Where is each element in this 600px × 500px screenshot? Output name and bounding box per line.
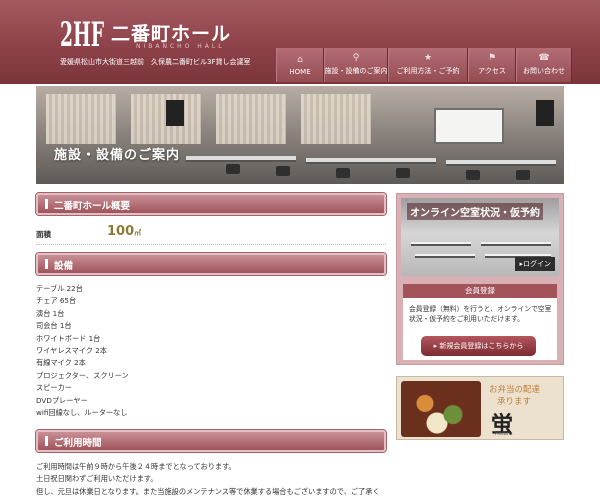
list-item: 有線マイク 2本	[36, 358, 86, 368]
hero-desk	[186, 156, 296, 162]
bento-subtitle: 承ります	[497, 397, 532, 407]
hours-heading: ご利用時間	[36, 430, 386, 452]
bento-delivery-banner[interactable]: お弁当の配達 承ります 蛍 Hotaru	[396, 376, 564, 440]
hero-chair	[516, 170, 530, 180]
equipment-heading: 設備	[36, 253, 386, 275]
bento-title: お弁当の配達	[489, 385, 541, 395]
hero-chair	[276, 166, 290, 176]
hero-speaker	[166, 100, 184, 126]
member-heading: 会員登録	[403, 284, 557, 298]
list-item: wifi回線なし、ルーターなし	[36, 408, 128, 418]
hero-banner: 施設・設備のご案内	[36, 86, 564, 184]
site-address: 愛媛県松山市大街道三越前 久保農二番町ビル3F貸し会議室	[60, 58, 251, 66]
equipment-list: テーブル 22台 チェア 65台 演台 1台 司会台 1台 ホワイトボード 1台…	[36, 283, 129, 419]
banner-desk	[415, 254, 475, 258]
hours-line: ご利用時間は午前９時から午後２４時までとなっております。	[36, 462, 236, 471]
star-icon: ★	[423, 53, 433, 63]
logo-mark[interactable]: 2HF	[60, 16, 104, 50]
hero-chair	[466, 170, 480, 180]
hero-chair	[336, 168, 350, 178]
list-item: プロジェクター、スクリーン	[36, 370, 129, 380]
hours-text: ご利用時間は午前９時から午後２４時までとなっております。 土日祝日関わずご利用い…	[36, 461, 380, 498]
hero-window	[301, 94, 371, 144]
area-value: 100㎡	[107, 224, 141, 239]
hero-desk	[306, 158, 436, 164]
nav-facilities[interactable]: ⚲ 施設・設備のご案内	[324, 48, 388, 82]
equipment-heading-text: 設備	[54, 261, 74, 272]
svg-text:2HF: 2HF	[60, 16, 104, 50]
site-header: 2HF 二番町ホール NIBANCHO HALL 愛媛県松山市大街道三越前 久保…	[0, 0, 600, 84]
heading-bar	[45, 436, 48, 446]
hours-line: 土日祝日関わずご利用いただけます。	[36, 474, 158, 484]
hero-chair	[396, 168, 410, 178]
home-icon: ⌂	[297, 55, 303, 65]
register-button[interactable]: ▸ 新規会員登録はこちらから	[421, 336, 536, 356]
bento-brand-roman: Hotaru	[495, 431, 513, 437]
nav-home[interactable]: ⌂ HOME	[276, 48, 324, 82]
member-description: 会員登録（無料）を行うと、オンラインで空室状況・仮予約をご利用いただけます。	[409, 305, 552, 323]
hours-heading-text: ご利用時間	[54, 438, 102, 449]
list-item: 司会台 1台	[36, 321, 72, 331]
list-item: チェア 65台	[36, 296, 77, 306]
hero-desk	[446, 160, 556, 166]
heading-bar	[45, 259, 48, 269]
hero-title: 施設・設備のご案内	[54, 148, 181, 163]
nav-usage-label: ご利用方法・ご予約	[396, 67, 460, 75]
area-label: 面積	[36, 230, 51, 239]
list-item: テーブル 22台	[36, 284, 83, 293]
banner-desk	[411, 242, 471, 246]
hero-speaker	[536, 100, 554, 126]
nav-contact-label: お問い合わせ	[523, 67, 565, 75]
heading-bar	[45, 199, 48, 209]
list-item: DVDプレーヤー	[36, 395, 88, 405]
area-unit: ㎡	[134, 229, 142, 237]
hours-line: 但し、元旦は休業日となります。また当施設のメンテナンス等で休業する場合もございま…	[36, 486, 380, 496]
search-icon: ⚲	[352, 53, 360, 63]
nav-facilities-label: 施設・設備のご案内	[324, 67, 388, 75]
banner-desk	[481, 242, 551, 246]
hero-window	[216, 94, 286, 144]
list-item: スピーカー	[36, 383, 72, 393]
nav-contact[interactable]: ☎ お問い合わせ	[516, 48, 572, 82]
bento-photo	[401, 381, 481, 437]
login-button[interactable]: ▸ログイン	[515, 257, 555, 271]
list-item: 演台 1台	[36, 308, 65, 318]
hero-chair	[226, 164, 240, 174]
nav-home-label: HOME	[289, 68, 311, 76]
hero-window	[46, 94, 116, 144]
main-nav: ⌂ HOME ⚲ 施設・設備のご案内 ★ ご利用方法・ご予約 ⚑ アクセス ☎ …	[276, 48, 572, 82]
flag-icon: ⚑	[487, 53, 497, 63]
divider	[36, 244, 386, 245]
overview-heading-text: 二番町ホール概要	[54, 201, 131, 212]
overview-heading: 二番町ホール概要	[36, 193, 386, 215]
online-reservation-title: オンライン空室状況・仮予約	[407, 203, 543, 220]
online-reservation-banner[interactable]: オンライン空室状況・仮予約 ▸ログイン	[401, 198, 559, 276]
list-item: ホワイトボード 1台	[36, 333, 101, 343]
nav-access-label: アクセス	[478, 67, 506, 75]
area-number: 100	[107, 224, 135, 239]
phone-icon: ☎	[538, 53, 550, 63]
site-title[interactable]: 二番町ホール	[111, 19, 231, 46]
list-item: ワイヤレスマイク 2本	[36, 346, 107, 356]
site-subtitle: NIBANCHO HALL	[136, 43, 225, 50]
hero-whiteboard	[434, 108, 504, 144]
nav-access[interactable]: ⚑ アクセス	[468, 48, 516, 82]
nav-usage[interactable]: ★ ご利用方法・ご予約	[388, 48, 468, 82]
